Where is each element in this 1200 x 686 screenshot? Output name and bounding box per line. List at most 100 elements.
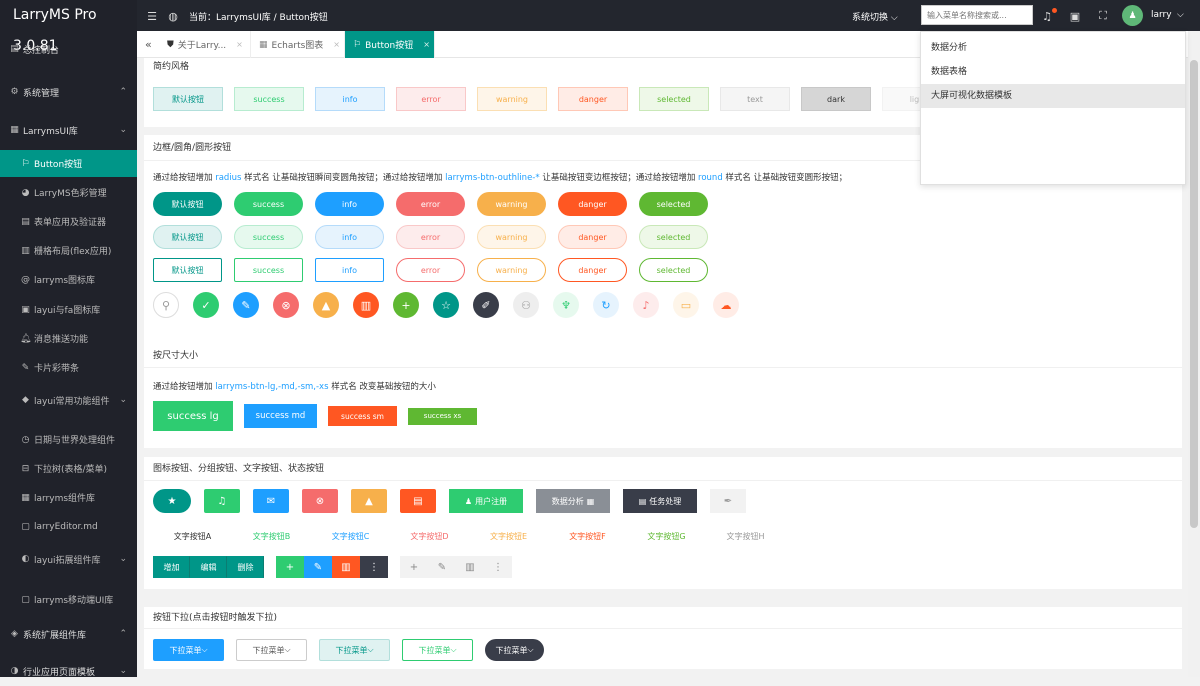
sidebar-item[interactable]: 🔔︎ 消息推送功能: [0, 325, 137, 352]
scrollbar-thumb[interactable]: [1190, 60, 1198, 528]
trash-icon[interactable]: ▥: [353, 292, 379, 318]
tab-button[interactable]: ⚐ Button按钮 ×: [345, 31, 435, 58]
radius-light-button[interactable]: selected: [639, 225, 708, 249]
globe-icon[interactable]: ◍: [166, 9, 180, 23]
sidebar-item[interactable]: @ larryms图标库: [0, 266, 137, 293]
task-button[interactable]: ▤ 任务处理: [623, 489, 697, 513]
tab-echarts[interactable]: ▦ Echarts图表 ×: [251, 31, 345, 58]
text-button[interactable]: 文字按钮B: [232, 528, 311, 544]
sidebar-item[interactable]: ⊟ 下拉树(表格/菜单): [0, 455, 137, 482]
sidebar-item[interactable]: ◑ 行业应用页面模板 ⌄: [0, 656, 137, 686]
sidebar-item[interactable]: ✎ 卡片彩带条: [0, 354, 137, 381]
radius-button[interactable]: info: [315, 192, 384, 216]
sidebar-item[interactable]: ⚙ 系统管理 ⌃: [0, 75, 137, 109]
radius-button[interactable]: warning: [477, 192, 546, 216]
text-button[interactable]: 文字按钮G: [627, 528, 706, 544]
check-icon[interactable]: ✓: [193, 292, 219, 318]
radius-light-button[interactable]: info: [315, 225, 384, 249]
music-button[interactable]: ♫: [204, 489, 240, 513]
simple-button[interactable]: success: [234, 87, 304, 111]
text-button[interactable]: 文字按钮D: [390, 528, 469, 544]
radius-light-button[interactable]: error: [396, 225, 465, 249]
sidebar-item[interactable]: ⚐ Button按钮: [0, 150, 137, 177]
dropdown-item[interactable]: 大屏可视化数据模板: [921, 84, 1185, 108]
sidebar-item[interactable]: ◷ 日期与世界处理组件: [0, 426, 137, 453]
radius-button[interactable]: selected: [639, 192, 708, 216]
refresh-icon[interactable]: ↻: [593, 292, 619, 318]
edit-icon[interactable]: ✎: [304, 556, 332, 578]
text-button[interactable]: 文字按钮H: [706, 528, 785, 544]
star-icon[interactable]: ☆: [433, 292, 459, 318]
sidebar-item[interactable]: ▥ 栅格布局(flex应用): [0, 237, 137, 264]
sidebar-item[interactable]: ▦ larryms组件库: [0, 484, 137, 511]
system-switch-button[interactable]: 系统切换 ⌵: [852, 10, 898, 23]
radius-button[interactable]: 默认按钮: [153, 192, 222, 216]
radius-light-button[interactable]: success: [234, 225, 303, 249]
sidebar-item[interactable]: ◈ 系统扩展组件库 ⌃: [0, 619, 137, 649]
dropdown-button[interactable]: 下拉菜单 ⌵: [153, 639, 224, 661]
simple-button[interactable]: text: [720, 87, 790, 111]
simple-button[interactable]: warning: [477, 87, 547, 111]
warning-button[interactable]: ▲: [351, 489, 387, 513]
simple-button[interactable]: selected: [639, 87, 709, 111]
sidebar-item[interactable]: ▦ LarrymsUI库 ⌄: [0, 113, 137, 147]
radius-light-button[interactable]: 默认按钮: [153, 225, 222, 249]
text-button[interactable]: 文字按钮C: [311, 528, 390, 544]
radius-button[interactable]: danger: [558, 192, 627, 216]
avatar[interactable]: ♟: [1122, 5, 1143, 26]
sidebar-item[interactable]: ▤ 表单应用及验证器: [0, 208, 137, 235]
radius-light-button[interactable]: danger: [558, 225, 627, 249]
tab-about[interactable]: ⛊ 关于Larry... ×: [159, 31, 251, 58]
radius-light-button[interactable]: warning: [477, 225, 546, 249]
size-button[interactable]: success lg: [153, 401, 233, 431]
sidebar-item[interactable]: ▤ 总控制台: [0, 31, 137, 67]
size-button[interactable]: success md: [244, 404, 317, 428]
group-button[interactable]: 编辑: [190, 556, 227, 578]
feather-button[interactable]: ✒: [710, 489, 746, 513]
dropdown-button[interactable]: 下拉菜单 ⌵: [236, 639, 307, 661]
users-icon[interactable]: ⚇: [513, 292, 539, 318]
dropdown-item[interactable]: 数据分析: [921, 36, 1185, 60]
pen-icon[interactable]: ✐: [473, 292, 499, 318]
bell-icon[interactable]: ♪: [633, 292, 659, 318]
edit-icon[interactable]: ✎: [233, 292, 259, 318]
simple-button[interactable]: 默认按钮: [153, 87, 223, 111]
close-button[interactable]: ⊗: [302, 489, 338, 513]
data-analysis-button[interactable]: 数据分析 ▦: [536, 489, 610, 513]
sidebar-item[interactable]: ◐ layui拓展组件库 ⌄: [0, 545, 137, 573]
outline-button[interactable]: danger: [558, 258, 627, 282]
sidebar-item[interactable]: ◕ LarryMS色彩管理: [0, 179, 137, 206]
sidebar-item[interactable]: ▢ larryEditor.md: [0, 513, 137, 540]
text-button[interactable]: 文字按钮A: [153, 528, 232, 544]
close-circle-icon[interactable]: ⊗: [273, 292, 299, 318]
outline-button[interactable]: 默认按钮: [153, 258, 222, 282]
tabs-prev-icon[interactable]: «: [145, 38, 152, 51]
warning-icon[interactable]: ▲: [313, 292, 339, 318]
fullscreen-icon[interactable]: ⛶: [1096, 9, 1110, 23]
sidebar-item[interactable]: ◆ layui常用功能组件 ⌄: [0, 386, 137, 414]
outline-button[interactable]: success: [234, 258, 303, 282]
star-button[interactable]: ★: [153, 489, 191, 513]
cloud-icon[interactable]: ☁: [713, 292, 739, 318]
user-name[interactable]: larry: [1151, 10, 1172, 20]
more-icon[interactable]: ⋮: [484, 556, 512, 578]
close-icon[interactable]: ×: [423, 40, 430, 49]
trash-icon[interactable]: ▥: [456, 556, 484, 578]
size-button[interactable]: success xs: [408, 407, 477, 425]
user-chevron-icon[interactable]: ⌵: [1177, 10, 1184, 20]
trash-icon[interactable]: ▥: [332, 556, 360, 578]
book-icon[interactable]: ▭: [673, 292, 699, 318]
size-button[interactable]: success sm: [328, 406, 397, 426]
dropdown-button[interactable]: 下拉菜单 ⌵: [485, 639, 544, 661]
outline-button[interactable]: error: [396, 258, 465, 282]
outline-button[interactable]: warning: [477, 258, 546, 282]
outline-button[interactable]: selected: [639, 258, 708, 282]
dropdown-item[interactable]: 数据表格: [921, 60, 1185, 84]
radius-button[interactable]: success: [234, 192, 303, 216]
simple-button[interactable]: info: [315, 87, 385, 111]
dropdown-button[interactable]: 下拉菜单 ⌵: [319, 639, 390, 661]
search-icon[interactable]: ⚲: [153, 292, 179, 318]
user-register-button[interactable]: ♟ 用户注册: [449, 489, 523, 513]
lock-screen-icon[interactable]: ▣: [1068, 9, 1082, 23]
group-button[interactable]: 增加: [153, 556, 190, 578]
